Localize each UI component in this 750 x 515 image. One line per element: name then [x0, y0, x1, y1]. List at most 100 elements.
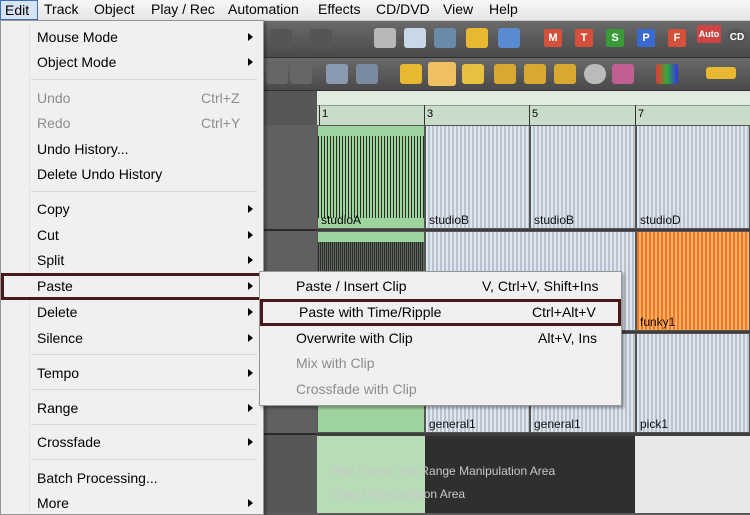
- rainbow-icon[interactable]: [656, 64, 678, 84]
- audio-clip[interactable]: pick1: [636, 333, 750, 433]
- timeline-ruler[interactable]: 1 3 5 7: [317, 91, 750, 125]
- menu-item-cut[interactable]: Cut: [1, 223, 263, 247]
- pencil-icon[interactable]: [266, 64, 288, 84]
- dash-tool-icon[interactable]: [524, 64, 546, 84]
- menu-view[interactable]: View: [443, 0, 473, 20]
- track-control-1[interactable]: [262, 125, 317, 231]
- ruler-marker-strip[interactable]: [317, 91, 750, 106]
- zoom-icon[interactable]: [356, 64, 378, 84]
- curve-icon[interactable]: [462, 64, 484, 84]
- menu-item-label: Paste / Insert Clip: [296, 278, 407, 294]
- clip-label: studioB: [534, 213, 575, 227]
- audio-clip[interactable]: studioB: [530, 125, 636, 229]
- automation-label: Play Cursor and Range Manipulation Area: [331, 464, 556, 478]
- menu-separator: [31, 459, 257, 460]
- submenu-arrow-icon: [248, 256, 253, 264]
- align-lines-icon[interactable]: [466, 28, 488, 48]
- menu-help[interactable]: Help: [489, 0, 518, 20]
- crosshair-tool-icon[interactable]: [404, 28, 426, 48]
- line-tool-icon[interactable]: [494, 64, 516, 84]
- range-tool-icon[interactable]: [428, 62, 456, 86]
- menu-item-object-mode[interactable]: Object Mode: [1, 50, 263, 74]
- ruler-number: 7: [638, 108, 645, 120]
- menu-item-mouse-mode[interactable]: Mouse Mode: [1, 25, 263, 49]
- color-picker-icon[interactable]: [612, 64, 634, 84]
- ruler-tick: [635, 105, 636, 125]
- undo-arrow-icon[interactable]: [270, 29, 292, 49]
- menu-item-overwrite-with-clip[interactable]: Overwrite with Clip Alt+V, Ins: [260, 326, 621, 350]
- menu-separator: [31, 424, 257, 425]
- clip-label: general1: [429, 417, 476, 431]
- automation-area[interactable]: Play Cursor and Range Manipulation Area …: [317, 436, 750, 513]
- menu-item-redo[interactable]: Redo Ctrl+Y: [1, 111, 263, 135]
- menu-effects[interactable]: Effects: [318, 0, 361, 20]
- menu-item-label: Range: [37, 400, 79, 416]
- redo-arrow-icon[interactable]: [310, 29, 332, 49]
- submenu-arrow-icon: [248, 438, 253, 446]
- clip-color-icon[interactable]: [706, 67, 736, 79]
- audio-clip[interactable]: studioA: [317, 125, 425, 229]
- menu-cd-dvd[interactable]: CD/DVD: [376, 0, 430, 20]
- mute-m-icon[interactable]: M: [544, 29, 562, 47]
- menu-object[interactable]: Object: [94, 0, 134, 20]
- ruler-number: 3: [427, 108, 434, 120]
- p-marker-icon[interactable]: P: [637, 29, 655, 47]
- clip-label: general1: [534, 417, 581, 431]
- automation-curve[interactable]: [635, 436, 750, 513]
- solo-s-icon[interactable]: S: [606, 29, 624, 47]
- cd-icon[interactable]: CD: [727, 29, 747, 47]
- lock-icon[interactable]: [400, 64, 422, 84]
- menu-item-shortcut: Alt+V, Ins: [538, 330, 598, 346]
- t-marker-icon[interactable]: T: [575, 29, 593, 47]
- menu-play-rec[interactable]: Play / Rec: [151, 0, 215, 20]
- menu-item-delete[interactable]: Delete: [1, 300, 263, 324]
- waveform: [318, 241, 424, 272]
- menu-item-copy[interactable]: Copy: [1, 197, 263, 221]
- menu-item-delete-undo-history[interactable]: Delete Undo History: [1, 162, 263, 186]
- clip-label: studioD: [640, 213, 681, 227]
- eraser-icon[interactable]: [290, 64, 312, 84]
- snap-magnet-icon[interactable]: [374, 28, 396, 48]
- ruler-number: 1: [322, 108, 329, 120]
- submenu-arrow-icon: [248, 308, 253, 316]
- menu-item-more[interactable]: More: [1, 491, 263, 515]
- track-lines-icon[interactable]: [498, 28, 520, 48]
- record-knob-icon[interactable]: [584, 64, 606, 84]
- menu-automation[interactable]: Automation: [228, 0, 299, 20]
- menu-item-label: More: [37, 495, 69, 511]
- stack-tool-icon[interactable]: [554, 64, 576, 84]
- menu-item-label: Split: [37, 252, 65, 268]
- shuffle-icon[interactable]: [434, 28, 456, 48]
- auto-icon[interactable]: Auto: [697, 25, 721, 43]
- submenu-arrow-icon: [248, 334, 253, 342]
- menu-item-undo[interactable]: Undo Ctrl+Z: [1, 86, 263, 110]
- menu-item-crossfade[interactable]: Crossfade: [1, 430, 263, 454]
- audio-clip[interactable]: studioD: [636, 125, 750, 229]
- ruler-number: 5: [532, 108, 539, 120]
- menu-item-batch-processing[interactable]: Batch Processing...: [1, 466, 263, 490]
- menu-item-range[interactable]: Range: [1, 396, 263, 420]
- audio-clip[interactable]: studioB: [425, 125, 530, 229]
- clip-label: pick1: [640, 417, 669, 431]
- automation-label: Object Manipulation Area: [331, 487, 466, 501]
- menu-item-split[interactable]: Split: [1, 248, 263, 272]
- menu-item-paste[interactable]: Paste: [1, 273, 263, 300]
- menu-item-crossfade-with-clip[interactable]: Crossfade with Clip: [260, 377, 621, 401]
- menu-item-paste-with-time-ripple[interactable]: Paste with Time/Ripple Ctrl+Alt+V: [260, 299, 621, 326]
- audio-clip[interactable]: funky1: [636, 231, 750, 331]
- menu-edit[interactable]: Edit: [0, 0, 38, 20]
- menu-item-silence[interactable]: Silence: [1, 326, 263, 350]
- menu-item-paste-insert-clip[interactable]: Paste / Insert Clip V, Ctrl+V, Shift+Ins: [260, 274, 621, 298]
- menu-item-label: Delete: [37, 304, 78, 320]
- menu-item-tempo[interactable]: Tempo: [1, 361, 263, 385]
- menu-item-shortcut: Ctrl+Z: [201, 90, 240, 106]
- menu-item-undo-history[interactable]: Undo History...: [1, 137, 263, 161]
- track-lane-1: studioA studioB studioB studioD: [317, 125, 750, 229]
- menu-track[interactable]: Track: [44, 0, 78, 20]
- menu-item-label: Undo History...: [37, 141, 129, 157]
- speaker-icon[interactable]: [326, 64, 348, 84]
- menu-item-label: Object Mode: [37, 54, 117, 70]
- menu-item-mix-with-clip[interactable]: Mix with Clip: [260, 351, 621, 375]
- menu-item-label: Tempo: [37, 365, 80, 381]
- f-marker-icon[interactable]: F: [668, 29, 686, 47]
